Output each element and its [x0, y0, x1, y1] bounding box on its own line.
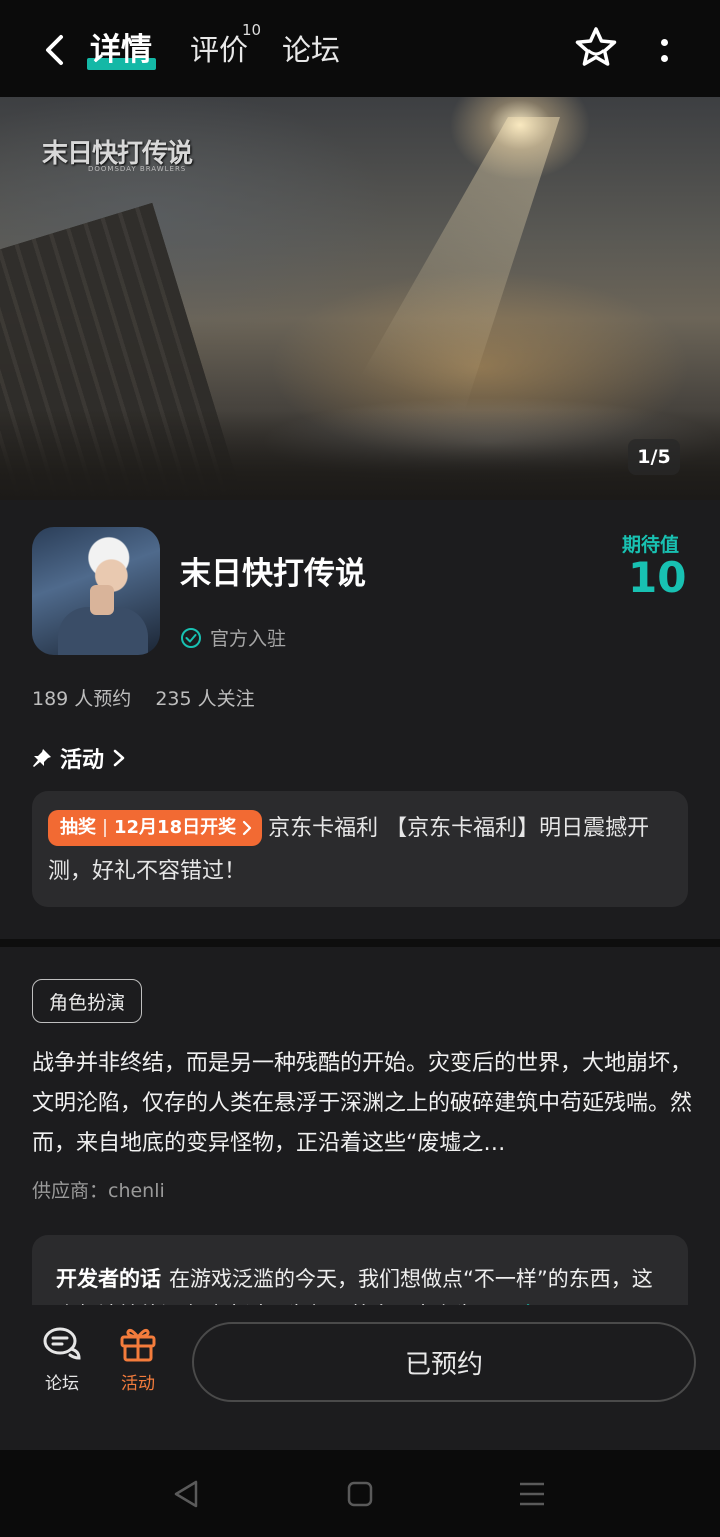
screenshot-carousel[interactable]: 末日快打传说 DOOMSDAY BRAWLERS 1/5	[0, 97, 720, 500]
pin-icon	[33, 749, 51, 767]
menu-lines-icon	[520, 1482, 544, 1506]
more-dot	[660, 54, 668, 62]
system-home-button[interactable]	[344, 1478, 376, 1510]
game-icon	[32, 527, 160, 655]
activity-card[interactable]: 抽奖 12月18日开奖 京东卡福利 【京东卡福利】明日震撼开测，好礼不容错过！	[32, 791, 688, 907]
official-label: 官方入驻	[210, 628, 287, 650]
sun-ray	[326, 117, 560, 437]
triangle-back-icon	[174, 1480, 198, 1508]
icon-neck	[90, 585, 114, 615]
stats-row: 189 人预约 235 人关注	[32, 684, 255, 711]
genre-tag[interactable]: 角色扮演	[32, 979, 143, 1023]
more-options-button[interactable]	[648, 28, 680, 72]
expectation-value: 10	[628, 553, 687, 602]
favorite-button[interactable]	[572, 24, 620, 72]
chevron-right-icon	[113, 749, 125, 767]
back-button[interactable]	[34, 28, 74, 72]
developer-notes-label: 开发者的话	[56, 1267, 161, 1291]
system-menu-button[interactable]	[516, 1478, 548, 1510]
follower-count[interactable]: 235 人关注	[155, 684, 254, 711]
pill-separator	[104, 818, 106, 837]
activity-section-header[interactable]: 活动	[32, 742, 126, 774]
carousel-page-indicator: 1/5	[628, 439, 680, 475]
tab-reviews[interactable]: 评价	[190, 28, 248, 72]
verified-check-icon	[181, 627, 201, 648]
provider-label: 供应商：chenli	[32, 1180, 165, 1202]
bottom-forum-button[interactable]: 论坛	[32, 1325, 92, 1394]
developer-notes-card[interactable]: 开发者的话在游戏泛滥的今天，我们想做点“不一样”的东西，这个想法始终没有改变过，…	[32, 1235, 688, 1305]
reservation-count: 189 人预约	[32, 688, 132, 710]
more-vertical-icon	[660, 38, 668, 46]
lottery-date: 12月18日开奖	[114, 817, 237, 838]
star-icon	[575, 27, 617, 66]
activity-header-label: 活动	[60, 748, 105, 773]
game-logo-subtitle: DOOMSDAY BRAWLERS	[88, 165, 187, 173]
chevron-right-icon	[243, 820, 252, 835]
game-description[interactable]: 战争并非终结，而是另一种残酷的开始。灾变后的世界，大地崩坏，文明沦陷，仅存的人类…	[32, 1044, 692, 1164]
forum-chat-icon	[43, 1327, 81, 1360]
section-divider	[0, 939, 720, 947]
back-arrow-icon	[46, 35, 63, 65]
tab-forum[interactable]: 论坛	[282, 28, 340, 72]
gift-icon	[120, 1328, 156, 1362]
reviews-count-badge: 10	[242, 21, 262, 39]
game-title: 末日快打传说	[180, 556, 366, 592]
reserved-button[interactable]: 已预约	[192, 1322, 696, 1402]
system-navigation-bar	[0, 1450, 720, 1537]
official-badge: 官方入驻	[180, 624, 286, 651]
square-home-icon	[347, 1481, 373, 1507]
lottery-pill[interactable]: 抽奖 12月18日开奖	[48, 809, 263, 846]
bottom-action-bar: 论坛 活动 已预约	[0, 1305, 720, 1450]
top-nav-bar: 详情 评价 10 论坛	[0, 0, 720, 97]
rubble	[0, 410, 720, 500]
bottom-forum-label: 论坛	[45, 1374, 79, 1394]
activity-content: 抽奖 12月18日开奖 京东卡福利 【京东卡福利】明日震撼开测，好礼不容错过！	[48, 807, 672, 893]
bottom-activity-label: 活动	[121, 1374, 155, 1394]
system-back-button[interactable]	[172, 1478, 204, 1510]
lottery-type: 抽奖	[60, 817, 96, 838]
tab-details[interactable]: 详情	[90, 28, 152, 72]
bottom-activity-button[interactable]: 活动	[108, 1325, 168, 1394]
